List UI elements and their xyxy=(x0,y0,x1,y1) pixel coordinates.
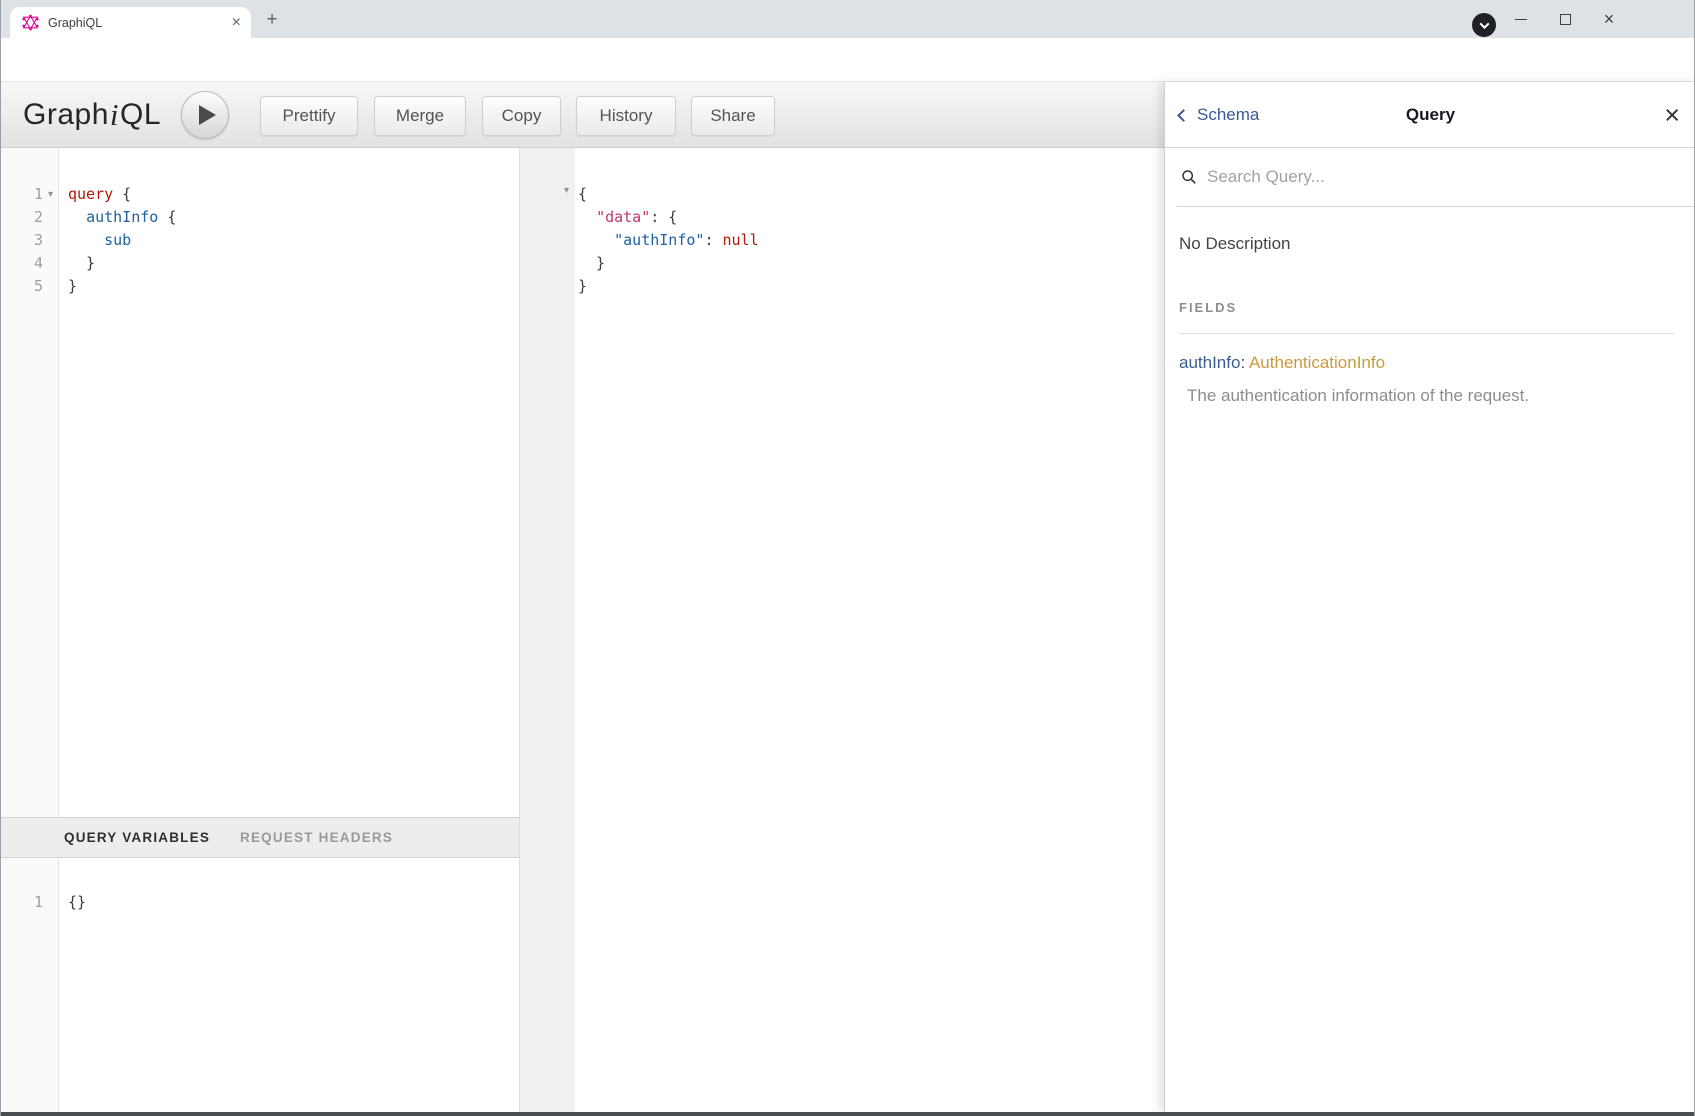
fold-gutter-cell xyxy=(43,206,58,229)
browser-navbar: ← → localhost:3000/graphql ☆ xyxy=(1,38,1694,82)
window-minimize-button[interactable] xyxy=(1500,0,1542,38)
result-code-area: { "data": { "authInfo": null }} xyxy=(575,148,1169,1112)
doc-explorer-panel: Schema Query × No Description FIELDS aut… xyxy=(1164,82,1695,1112)
pane-divider[interactable]: ▾ xyxy=(519,148,575,1112)
line-number-gutter: 1▾2345 xyxy=(1,148,59,817)
line-number: 4 xyxy=(34,252,43,275)
gutter-line: 1 xyxy=(1,891,58,914)
gutter-line: 2 xyxy=(1,206,58,229)
code-line[interactable]: } xyxy=(68,275,519,298)
code-line[interactable]: } xyxy=(68,252,519,275)
window-maximize-button[interactable] xyxy=(1544,0,1586,38)
doc-back-button[interactable]: Schema xyxy=(1179,82,1259,148)
browser-tab[interactable]: GraphiQL × xyxy=(10,7,251,38)
graphiql-logo: GraphiQL xyxy=(23,82,161,147)
search-icon xyxy=(1181,169,1197,185)
code-line[interactable]: } xyxy=(578,275,1169,298)
doc-explorer-header: Schema Query × xyxy=(1165,82,1695,148)
result-viewer[interactable]: { "data": { "authInfo": null }} xyxy=(575,148,1169,1112)
code-line[interactable]: "authInfo": null xyxy=(578,229,1169,252)
line-number: 5 xyxy=(34,275,43,298)
gutter-line: 5 xyxy=(1,275,58,298)
fold-gutter-cell xyxy=(43,891,58,914)
fold-gutter-cell xyxy=(43,229,58,252)
share-button[interactable]: Share xyxy=(691,96,775,136)
field-name-link[interactable]: authInfo xyxy=(1179,353,1240,372)
tab-title: GraphiQL xyxy=(48,16,232,30)
execute-query-button[interactable] xyxy=(181,91,229,139)
line-number: 2 xyxy=(34,206,43,229)
field-separator: : xyxy=(1240,353,1249,372)
prettify-button[interactable]: Prettify xyxy=(260,96,358,136)
variables-tab-bar: QUERY VARIABLES REQUEST HEADERS xyxy=(1,817,519,858)
code-line[interactable]: { xyxy=(578,183,1169,206)
doc-search-input[interactable] xyxy=(1207,167,1627,187)
doc-close-button[interactable]: × xyxy=(1664,82,1680,148)
query-editor[interactable]: 1▾2345 query { authInfo { sub }} xyxy=(1,148,519,817)
tab-request-headers[interactable]: REQUEST HEADERS xyxy=(240,830,393,845)
chevron-down-icon xyxy=(1479,19,1489,29)
browser-window: GraphiQL × + × ← → localhost:3000/graphq… xyxy=(0,0,1695,1116)
field-type-link[interactable]: AuthenticationInfo xyxy=(1249,353,1385,372)
code-line[interactable]: sub xyxy=(68,229,519,252)
line-number: 1 xyxy=(34,183,43,206)
field-description: The authentication information of the re… xyxy=(1179,386,1674,406)
gutter-line: 3 xyxy=(1,229,58,252)
history-button[interactable]: History xyxy=(576,96,676,136)
line-number: 1 xyxy=(34,891,43,914)
tab-query-variables[interactable]: QUERY VARIABLES xyxy=(64,830,210,845)
doc-explorer-body: No Description FIELDS authInfo: Authenti… xyxy=(1165,234,1695,406)
code-line[interactable]: {} xyxy=(68,891,519,914)
gutter-line: 1▾ xyxy=(1,183,58,206)
tab-close-icon[interactable]: × xyxy=(232,15,241,31)
copy-button[interactable]: Copy xyxy=(482,96,561,136)
merge-button[interactable]: Merge xyxy=(374,96,466,136)
minimize-icon xyxy=(1515,19,1527,20)
chevron-left-icon xyxy=(1177,109,1190,122)
fold-gutter-cell xyxy=(43,252,58,275)
code-line[interactable]: } xyxy=(578,252,1169,275)
download-indicator[interactable] xyxy=(1472,13,1496,37)
line-number: 3 xyxy=(34,229,43,252)
new-tab-button[interactable]: + xyxy=(261,9,283,31)
doc-search-row xyxy=(1177,148,1695,207)
gutter-line: 4 xyxy=(1,252,58,275)
close-icon: × xyxy=(1604,10,1615,28)
variables-editor[interactable]: 1 {} xyxy=(1,858,519,1112)
line-number-gutter: 1 xyxy=(1,858,59,1112)
code-line[interactable]: "data": { xyxy=(578,206,1169,229)
browser-titlebar: GraphiQL × + × xyxy=(1,0,1694,38)
maximize-icon xyxy=(1560,14,1571,25)
doc-back-label: Schema xyxy=(1197,105,1259,125)
fold-gutter-cell xyxy=(43,275,58,298)
type-description: No Description xyxy=(1179,234,1674,254)
result-fold-arrow-icon[interactable]: ▾ xyxy=(564,185,569,196)
variables-code-area[interactable]: {} xyxy=(59,858,519,1112)
play-icon xyxy=(199,105,216,125)
code-line[interactable]: query { xyxy=(68,183,519,206)
fields-heading: FIELDS xyxy=(1179,300,1674,334)
window-bottom-edge xyxy=(1,1112,1694,1116)
code-line[interactable]: authInfo { xyxy=(68,206,519,229)
field-row: authInfo: AuthenticationInfo xyxy=(1179,353,1674,373)
fold-arrow-icon[interactable]: ▾ xyxy=(43,183,58,206)
window-close-button[interactable]: × xyxy=(1588,0,1630,38)
query-code-area[interactable]: query { authInfo { sub }} xyxy=(59,148,519,817)
graphql-favicon-icon xyxy=(22,14,39,31)
